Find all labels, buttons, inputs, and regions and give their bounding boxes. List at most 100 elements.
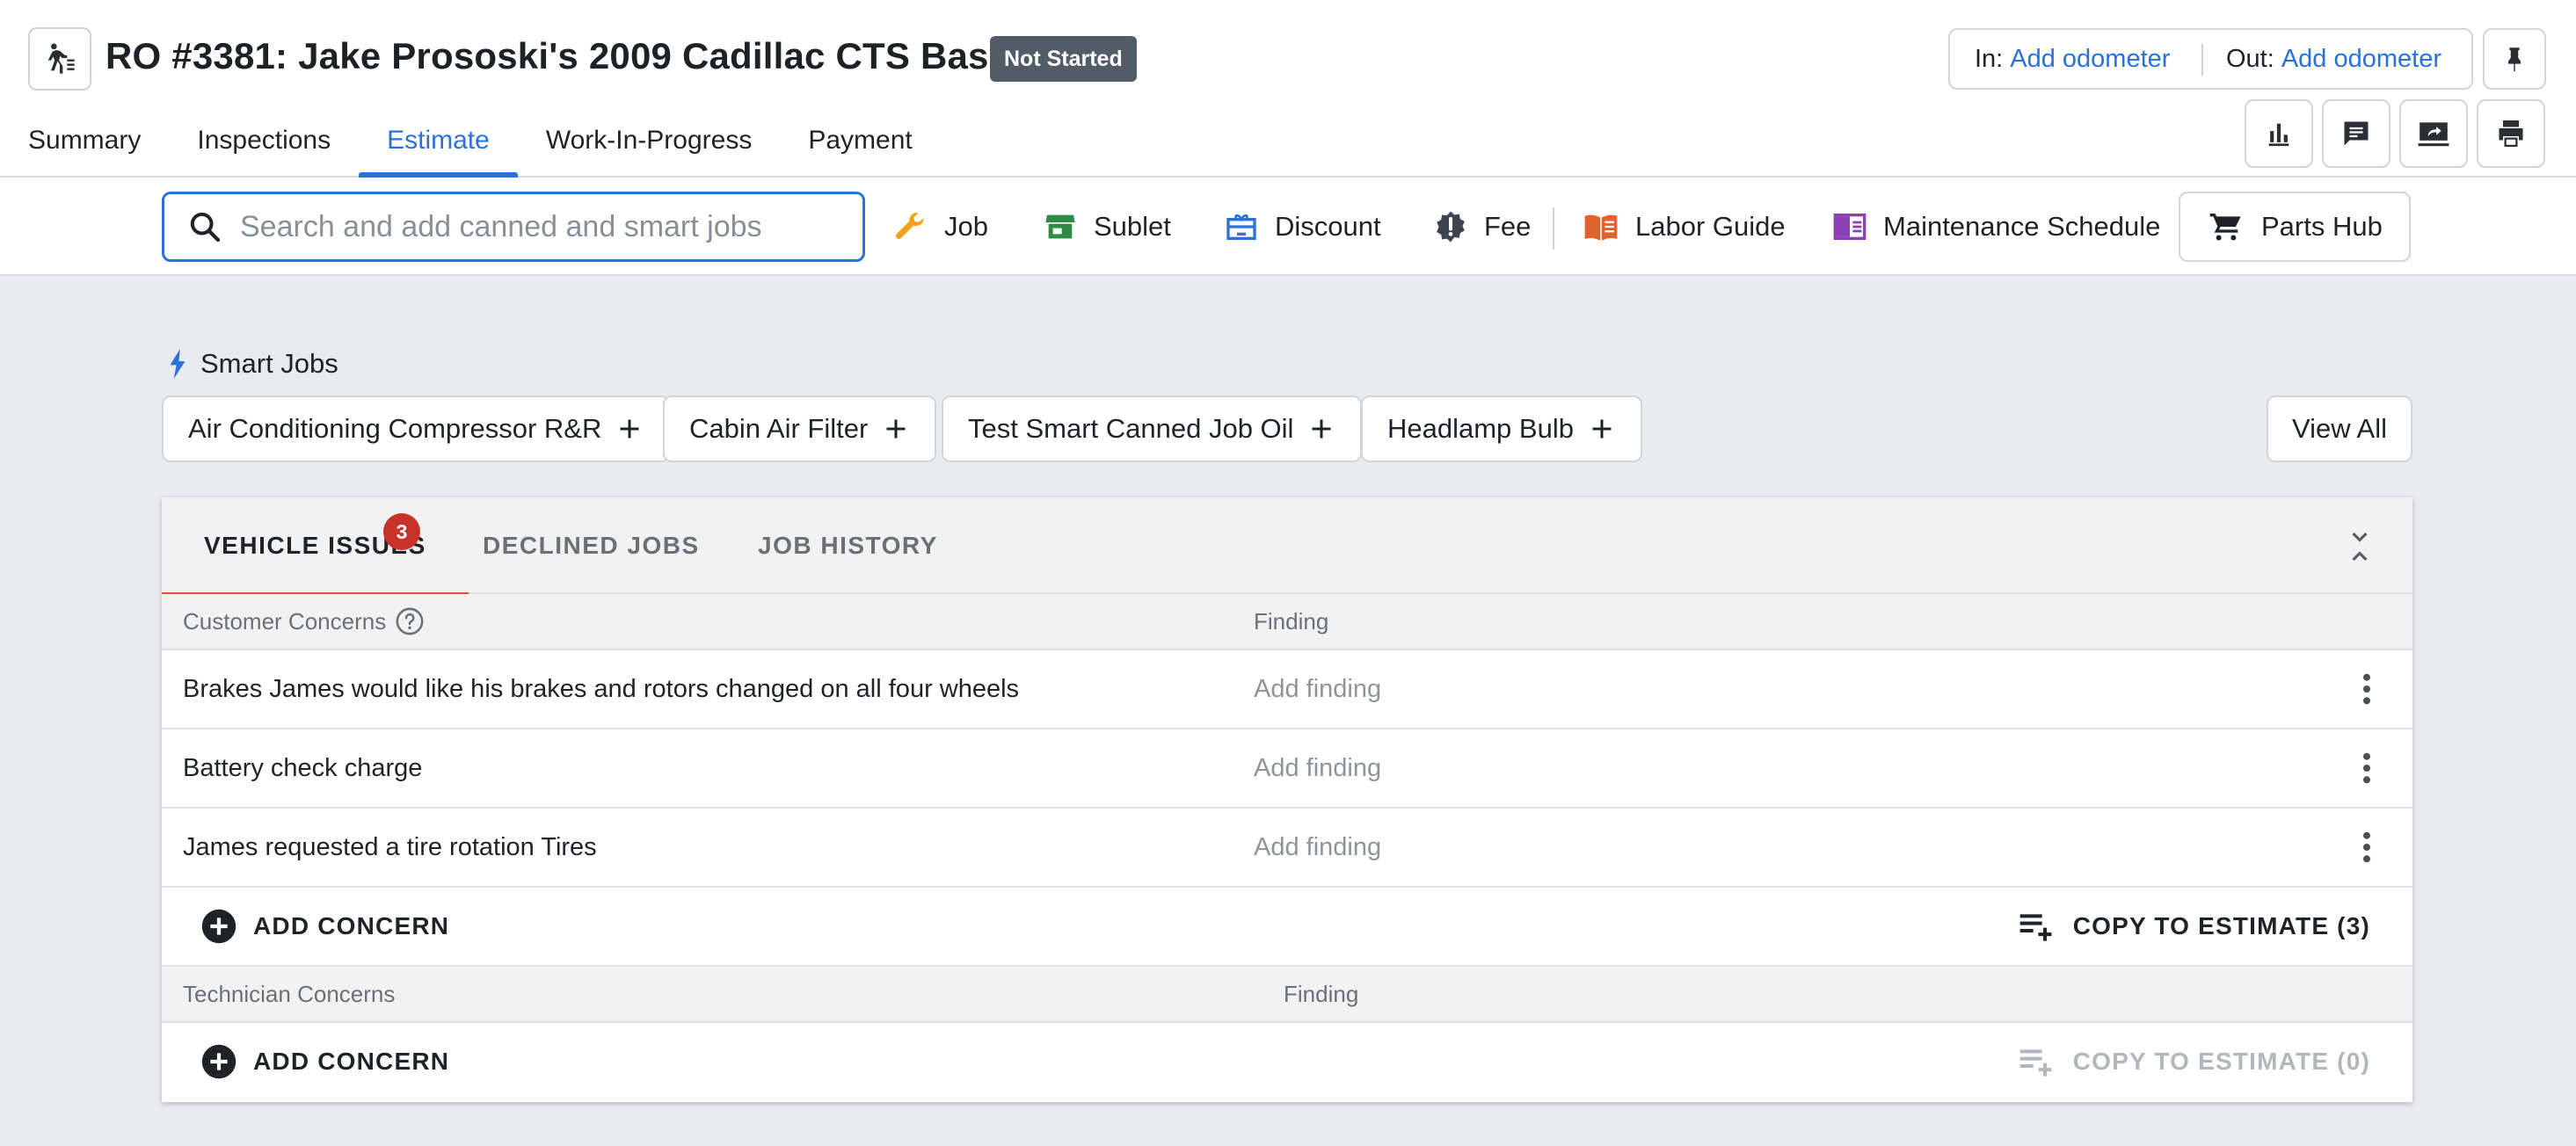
- issues-tabs: VEHICLE ISSUES 3 DECLINED JOBS JOB HISTO…: [162, 497, 2412, 596]
- sublet-label: Sublet: [1094, 211, 1171, 242]
- concern-row: Brakes James would like his brakes and r…: [162, 650, 2412, 729]
- discount-icon: [1224, 209, 1259, 244]
- smart-job-chip-label: Test Smart Canned Job Oil: [968, 413, 1294, 444]
- smart-job-chip[interactable]: Cabin Air Filter: [663, 395, 937, 462]
- customer-concern-actions: ADD CONCERN COPY TO ESTIMATE (3): [162, 888, 2412, 967]
- concern-text: James requested a tire rotation Tires: [183, 832, 597, 861]
- more-vertical-icon: [2361, 751, 2372, 785]
- add-finding-field[interactable]: Add finding: [1254, 650, 1381, 728]
- plus-icon: [617, 417, 642, 441]
- tab-job-history[interactable]: JOB HISTORY: [758, 497, 938, 594]
- tab-payment[interactable]: Payment: [808, 105, 912, 176]
- finding-column-header: Finding: [1254, 607, 1329, 635]
- job-search: [162, 192, 865, 262]
- customer-concerns-title: Customer Concerns: [183, 594, 425, 649]
- print-icon: [2495, 118, 2527, 149]
- add-circle-icon: [200, 908, 237, 945]
- wrench-icon: [891, 208, 928, 245]
- page-title: RO #3381: Jake Prososki's 2009 Cadillac …: [106, 35, 1010, 76]
- add-customer-concern-button[interactable]: ADD CONCERN: [200, 888, 449, 965]
- add-concern-label: ADD CONCERN: [253, 1048, 450, 1075]
- search-icon: [187, 209, 222, 244]
- row-menu-button[interactable]: [2347, 670, 2386, 708]
- toolbar-divider: [1553, 207, 1554, 250]
- search-input[interactable]: [240, 209, 838, 244]
- more-vertical-icon: [2361, 830, 2372, 864]
- add-sublet-button[interactable]: Sublet: [1043, 199, 1171, 255]
- odometer-panel: In: Add odometer Out: Add odometer: [1948, 28, 2473, 90]
- add-technician-concern-button[interactable]: ADD CONCERN: [200, 1023, 449, 1100]
- print-button[interactable]: [2477, 99, 2545, 168]
- add-finding-field[interactable]: Add finding: [1254, 809, 1381, 886]
- row-menu-button[interactable]: [2347, 749, 2386, 787]
- copy-to-estimate-button[interactable]: COPY TO ESTIMATE (3): [2017, 888, 2370, 965]
- copy-to-estimate-label: COPY TO ESTIMATE (3): [2072, 912, 2370, 939]
- pin-button[interactable]: [2483, 28, 2546, 90]
- smart-job-chip-label: Cabin Air Filter: [689, 413, 869, 444]
- add-fee-button[interactable]: Fee: [1433, 199, 1531, 255]
- discount-label: Discount: [1275, 211, 1381, 242]
- lightning-icon: [167, 349, 188, 379]
- maintenance-schedule-label: Maintenance Schedule: [1883, 211, 2161, 242]
- walk-in-button[interactable]: [28, 27, 91, 91]
- add-odometer-in-link[interactable]: Add odometer: [2010, 45, 2170, 74]
- add-discount-button[interactable]: Discount: [1224, 199, 1381, 255]
- concern-row: James requested a tire rotation Tires Ad…: [162, 809, 2412, 888]
- store-icon: [1043, 209, 1078, 244]
- smart-job-chip[interactable]: Headlamp Bulb: [1361, 395, 1642, 462]
- copy-to-estimate-label: COPY TO ESTIMATE (0): [2072, 1048, 2370, 1075]
- page-header: RO #3381: Jake Prososki's 2009 Cadillac …: [0, 0, 2576, 178]
- screen-share-icon: [2417, 117, 2450, 150]
- technician-concern-actions: ADD CONCERN COPY TO ESTIMATE (0): [162, 1023, 2412, 1102]
- add-concern-label: ADD CONCERN: [253, 912, 450, 939]
- tab-estimate[interactable]: Estimate: [359, 105, 518, 178]
- smart-jobs-label: Smart Jobs: [200, 348, 338, 379]
- technician-concerns-label: Technician Concerns: [183, 980, 396, 1007]
- collapse-button[interactable]: [2340, 527, 2379, 566]
- bar-chart-icon: [2264, 119, 2294, 149]
- labor-guide-button[interactable]: Labor Guide: [1583, 199, 1786, 255]
- copy-to-estimate-button-disabled[interactable]: COPY TO ESTIMATE (0): [2017, 1023, 2370, 1100]
- maintenance-schedule-icon: [1832, 209, 1867, 244]
- smart-job-chip-label: Headlamp Bulb: [1387, 413, 1574, 444]
- tab-work-in-progress[interactable]: Work-In-Progress: [546, 105, 753, 176]
- technician-finding-column-header: Finding: [1284, 980, 1359, 1007]
- playlist-add-icon: [2017, 1044, 2056, 1079]
- smart-job-chip-label: Air Conditioning Compressor R&R: [188, 413, 602, 444]
- odometer-in-label: In:: [1975, 44, 2004, 73]
- tab-declined-jobs[interactable]: DECLINED JOBS: [483, 497, 700, 594]
- maintenance-schedule-button[interactable]: Maintenance Schedule: [1832, 199, 2160, 255]
- issue-count-badge: 3: [383, 513, 420, 550]
- labor-guide-icon: [1583, 208, 1619, 245]
- add-circle-icon: [200, 1043, 237, 1080]
- concern-text: Battery check charge: [183, 753, 423, 782]
- technician-concerns-header: Technician Concerns Finding: [162, 967, 2412, 1023]
- cart-icon: [2209, 209, 2244, 244]
- concern-text: Brakes James would like his brakes and r…: [183, 674, 1020, 703]
- odometer-in: In: Add odometer: [1975, 45, 2170, 74]
- add-job-button[interactable]: Job: [891, 199, 988, 255]
- tab-inspections[interactable]: Inspections: [197, 105, 331, 176]
- odometer-divider: [2201, 44, 2203, 76]
- smart-jobs-heading: Smart Jobs: [167, 348, 338, 380]
- message-icon: [2340, 118, 2372, 149]
- nav-tabs: Summary Inspections Estimate Work-In-Pro…: [28, 105, 969, 178]
- job-label: Job: [944, 211, 988, 242]
- status-badge: Not Started: [990, 36, 1137, 82]
- estimate-toolbar: Job Sublet Discount Fee Labor Guide Main…: [0, 178, 2576, 276]
- tab-summary[interactable]: Summary: [28, 105, 141, 176]
- reports-button[interactable]: [2245, 99, 2313, 168]
- collapse-icon: [2347, 529, 2373, 564]
- share-screen-button[interactable]: [2399, 99, 2468, 168]
- parts-hub-button[interactable]: Parts Hub: [2179, 192, 2411, 262]
- help-icon[interactable]: [395, 606, 425, 636]
- fee-label: Fee: [1484, 211, 1532, 242]
- add-finding-field[interactable]: Add finding: [1254, 729, 1381, 807]
- smart-job-chip[interactable]: Air Conditioning Compressor R&R: [162, 395, 671, 462]
- view-all-button[interactable]: View All: [2267, 395, 2412, 462]
- row-menu-button[interactable]: [2347, 828, 2386, 867]
- messages-button[interactable]: [2322, 99, 2390, 168]
- more-vertical-icon: [2361, 672, 2372, 706]
- smart-job-chip[interactable]: Test Smart Canned Job Oil: [942, 395, 1363, 462]
- add-odometer-out-link[interactable]: Add odometer: [2281, 45, 2441, 74]
